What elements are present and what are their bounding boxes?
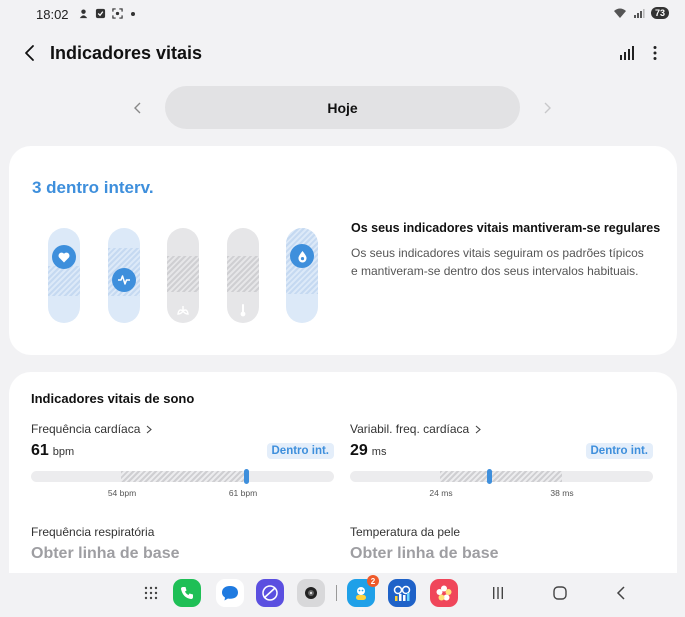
next-day-button[interactable] xyxy=(537,96,557,120)
signal-icon xyxy=(633,8,645,18)
notification-badge: 2 xyxy=(367,575,379,587)
blood-oxygen-indicator xyxy=(286,228,318,323)
breathing-icon xyxy=(177,306,189,315)
respiratory-rate-baseline: Obter linha de base xyxy=(31,545,180,562)
system-back-button[interactable] xyxy=(609,581,633,605)
summary-title: Os seus indicadores vitais mantiveram-se… xyxy=(351,221,661,235)
battery-level: 73 xyxy=(650,7,669,19)
hrv-value: 29 xyxy=(350,442,368,459)
more-options-button[interactable] xyxy=(643,41,667,65)
hrv-link[interactable]: Variabil. freq. cardíaca xyxy=(350,422,653,436)
heart-rate-range-bar xyxy=(31,469,334,484)
apps-button[interactable] xyxy=(137,579,165,607)
navigation-bar: 2 xyxy=(0,573,685,617)
hrv-range-bar xyxy=(350,469,653,484)
heart-rate-value: 61 xyxy=(31,442,49,459)
bixby-app[interactable]: 2 xyxy=(347,575,379,607)
gallery-icon xyxy=(436,585,452,601)
vitals-summary-card: 3 dentro interv. Os seus indicadores vit… xyxy=(9,146,677,355)
hrv-usual-range xyxy=(440,471,562,482)
dock-separator xyxy=(336,585,337,601)
heart-rate-status-badge: Dentro int. xyxy=(266,443,334,459)
phone-app[interactable] xyxy=(173,579,201,607)
chevron-right-icon xyxy=(475,425,482,433)
heart-rate-icon xyxy=(118,275,130,285)
hrv-status-badge: Dentro int. xyxy=(585,443,653,459)
hrv-label: Variabil. freq. cardíaca xyxy=(350,422,470,436)
heart-rate-usual-range xyxy=(121,471,246,482)
back-icon xyxy=(25,45,34,61)
messages-icon xyxy=(222,586,238,601)
heart-rate-marker xyxy=(244,469,249,484)
recent-apps-icon xyxy=(493,587,503,599)
heart-rate-metric: Frequência cardíaca 61 bpm Dentro int. 54… xyxy=(31,422,334,502)
hrv-metric: Variabil. freq. cardíaca 29 ms Dentro int… xyxy=(350,422,653,502)
in-range-count: 3 dentro interv. xyxy=(32,178,154,197)
heart-indicator xyxy=(48,228,80,323)
bixby-icon xyxy=(356,587,366,600)
hrv-range-low: 24 ms xyxy=(429,488,453,498)
hrv-marker xyxy=(487,469,492,484)
chevron-right-icon xyxy=(544,102,551,114)
samsung-health-app[interactable] xyxy=(388,579,416,607)
back-arrow-icon xyxy=(616,586,625,600)
respiratory-rate-label: Frequência respiratória xyxy=(31,525,155,539)
wifi-icon xyxy=(613,8,626,18)
recent-apps-button[interactable] xyxy=(486,581,510,605)
heart-rate-label: Frequência cardíaca xyxy=(31,422,141,436)
chevron-left-icon xyxy=(134,102,141,114)
status-notifications xyxy=(78,8,135,19)
heart-rate-unit: bpm xyxy=(52,446,75,458)
home-button[interactable] xyxy=(548,581,572,605)
chart-button[interactable] xyxy=(615,41,639,65)
skin-temperature-label: Temperatura da pele xyxy=(350,525,461,539)
chart-bars-icon xyxy=(620,46,634,60)
date-navigator: Hoje xyxy=(0,86,685,130)
heart-icon xyxy=(58,252,70,262)
gallery-app[interactable] xyxy=(430,579,458,607)
status-bar: 18:02 73 xyxy=(0,0,685,30)
phone-icon xyxy=(181,587,193,599)
checkbox-icon xyxy=(95,8,106,19)
heart-rate-range-high: 61 bpm xyxy=(228,488,258,498)
summary-description: Os seus indicadores vitais seguiram os p… xyxy=(351,246,644,278)
hrv-unit: ms xyxy=(371,446,387,458)
app-header: Indicadores vitais xyxy=(0,36,685,70)
home-icon xyxy=(553,586,567,600)
thermometer-icon xyxy=(240,304,246,317)
skin-temperature-indicator xyxy=(227,228,259,323)
sleep-vitals-title: Indicadores vitais de sono xyxy=(31,391,195,406)
samsung-health-icon xyxy=(393,585,411,601)
back-button[interactable] xyxy=(18,40,42,66)
status-time: 18:02 xyxy=(36,7,69,22)
breathing-indicator xyxy=(167,228,199,323)
camera-app[interactable] xyxy=(297,579,325,607)
heart-rate-link[interactable]: Frequência cardíaca xyxy=(31,422,334,436)
camera-icon xyxy=(305,587,317,599)
internet-icon xyxy=(262,585,278,601)
internet-app[interactable] xyxy=(256,579,284,607)
drop-icon xyxy=(297,250,307,262)
screenshot-icon xyxy=(112,8,123,19)
more-vert-icon xyxy=(653,46,657,60)
previous-day-button[interactable] xyxy=(128,96,148,120)
skin-temperature-baseline: Obter linha de base xyxy=(350,545,499,562)
date-selector[interactable]: Hoje xyxy=(165,86,520,129)
heart-rate-indicator xyxy=(108,228,140,323)
apps-grid-icon xyxy=(144,586,158,600)
heart-rate-range-low: 54 bpm xyxy=(107,488,137,498)
chevron-right-icon xyxy=(147,425,153,433)
messages-app[interactable] xyxy=(216,579,244,607)
more-notifications-dot xyxy=(131,11,135,16)
hrv-range-high: 38 ms xyxy=(550,488,574,498)
page-title: Indicadores vitais xyxy=(50,43,203,63)
notification-icon xyxy=(79,9,88,19)
